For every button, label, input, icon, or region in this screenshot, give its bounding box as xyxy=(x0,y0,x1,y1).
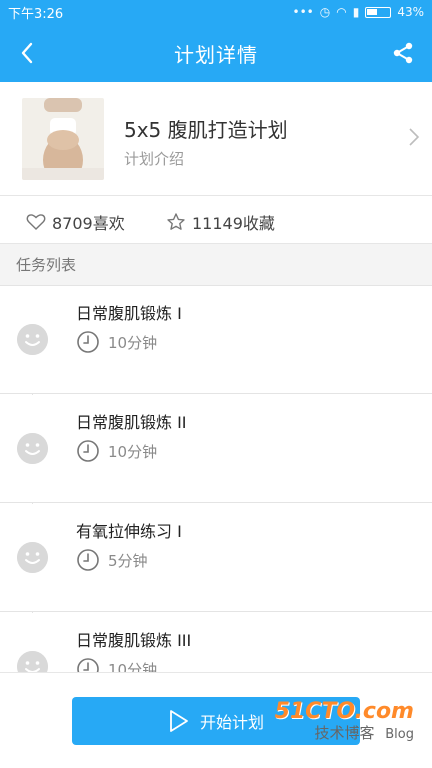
task-item[interactable]: 有氧拉伸练习 I 5分钟 xyxy=(0,504,432,612)
watermark-tagline-text: 技术博客 xyxy=(314,724,375,742)
task-item[interactable]: 日常腹肌锻炼 I 10分钟 xyxy=(0,286,432,394)
favorites-count: 11149收藏 xyxy=(192,214,275,233)
back-icon xyxy=(21,42,33,64)
task-duration: 10分钟 xyxy=(76,330,157,354)
likes-button[interactable]: 8709喜欢 xyxy=(26,210,125,234)
play-icon xyxy=(170,710,188,732)
task-item[interactable]: 日常腹肌锻炼 III 10分钟 xyxy=(0,613,432,672)
battery-icon xyxy=(365,6,392,18)
status-icons: ••• ◷ ◠ ▮ 43% xyxy=(293,5,424,19)
battery-percent: 43% xyxy=(397,5,424,19)
status-time: 下午3:26 xyxy=(8,6,64,22)
plan-stats: 8709喜欢 11149收藏 xyxy=(0,196,432,244)
chevron-right-icon xyxy=(409,128,420,146)
share-icon xyxy=(393,42,413,64)
plan-intro: 计划介绍 xyxy=(124,150,185,168)
bottom-bar: 开始计划 51CTO.com 技术博客 Blog xyxy=(0,672,432,768)
task-title: 日常腹肌锻炼 II xyxy=(76,413,187,432)
signal-icon: ▮ xyxy=(352,5,360,19)
smile-icon xyxy=(17,324,48,355)
start-plan-label: 开始计划 xyxy=(199,713,264,732)
task-list: 日常腹肌锻炼 I 10分钟 日常腹肌锻炼 II 10分钟 有氧拉伸练习 I 5分… xyxy=(0,286,432,672)
alarm-icon: ◷ xyxy=(319,5,331,19)
smile-icon xyxy=(17,542,48,573)
task-duration: 10分钟 xyxy=(76,657,157,672)
back-button[interactable] xyxy=(10,36,44,70)
task-duration-text: 10分钟 xyxy=(108,442,158,461)
share-button[interactable] xyxy=(386,36,420,70)
smile-icon xyxy=(17,433,48,464)
plan-thumbnail xyxy=(22,98,104,180)
plan-card[interactable]: 5x5 腹肌打造计划 计划介绍 xyxy=(0,82,432,196)
clock-icon xyxy=(77,658,99,672)
favorites-button[interactable]: 11149收藏 xyxy=(166,210,275,234)
wifi-icon: ◠ xyxy=(336,5,347,19)
task-list-header: 任务列表 xyxy=(0,244,432,286)
star-icon xyxy=(167,213,185,230)
task-duration-text: 10分钟 xyxy=(108,333,158,352)
task-title: 有氧拉伸练习 I xyxy=(76,522,182,541)
heart-icon xyxy=(26,214,46,230)
task-item[interactable]: 日常腹肌锻炼 II 10分钟 xyxy=(0,395,432,503)
task-duration: 10分钟 xyxy=(76,439,157,463)
watermark-brand: 51CTO.com xyxy=(274,699,414,724)
app-bar: 计划详情 xyxy=(0,24,432,82)
task-duration-text: 5分钟 xyxy=(108,551,148,570)
task-title: 日常腹肌锻炼 I xyxy=(76,304,182,323)
watermark: 51CTO.com 技术博客 Blog xyxy=(275,699,414,743)
task-duration: 5分钟 xyxy=(76,548,148,572)
page-title: 计划详情 xyxy=(174,42,258,67)
clock-icon xyxy=(77,440,99,462)
more-icon: ••• xyxy=(292,5,314,19)
clock-icon xyxy=(77,331,99,353)
task-duration-text: 10分钟 xyxy=(108,660,158,673)
likes-count: 8709喜欢 xyxy=(52,214,125,233)
watermark-blog: Blog xyxy=(385,727,414,742)
status-bar: 下午3:26 ••• ◷ ◠ ▮ 43% xyxy=(0,0,432,24)
smile-icon xyxy=(17,651,48,672)
plan-title: 5x5 腹肌打造计划 xyxy=(124,118,288,142)
clock-icon xyxy=(77,549,99,571)
watermark-tagline: 技术博客 Blog xyxy=(275,722,414,743)
task-title: 日常腹肌锻炼 III xyxy=(76,631,192,650)
